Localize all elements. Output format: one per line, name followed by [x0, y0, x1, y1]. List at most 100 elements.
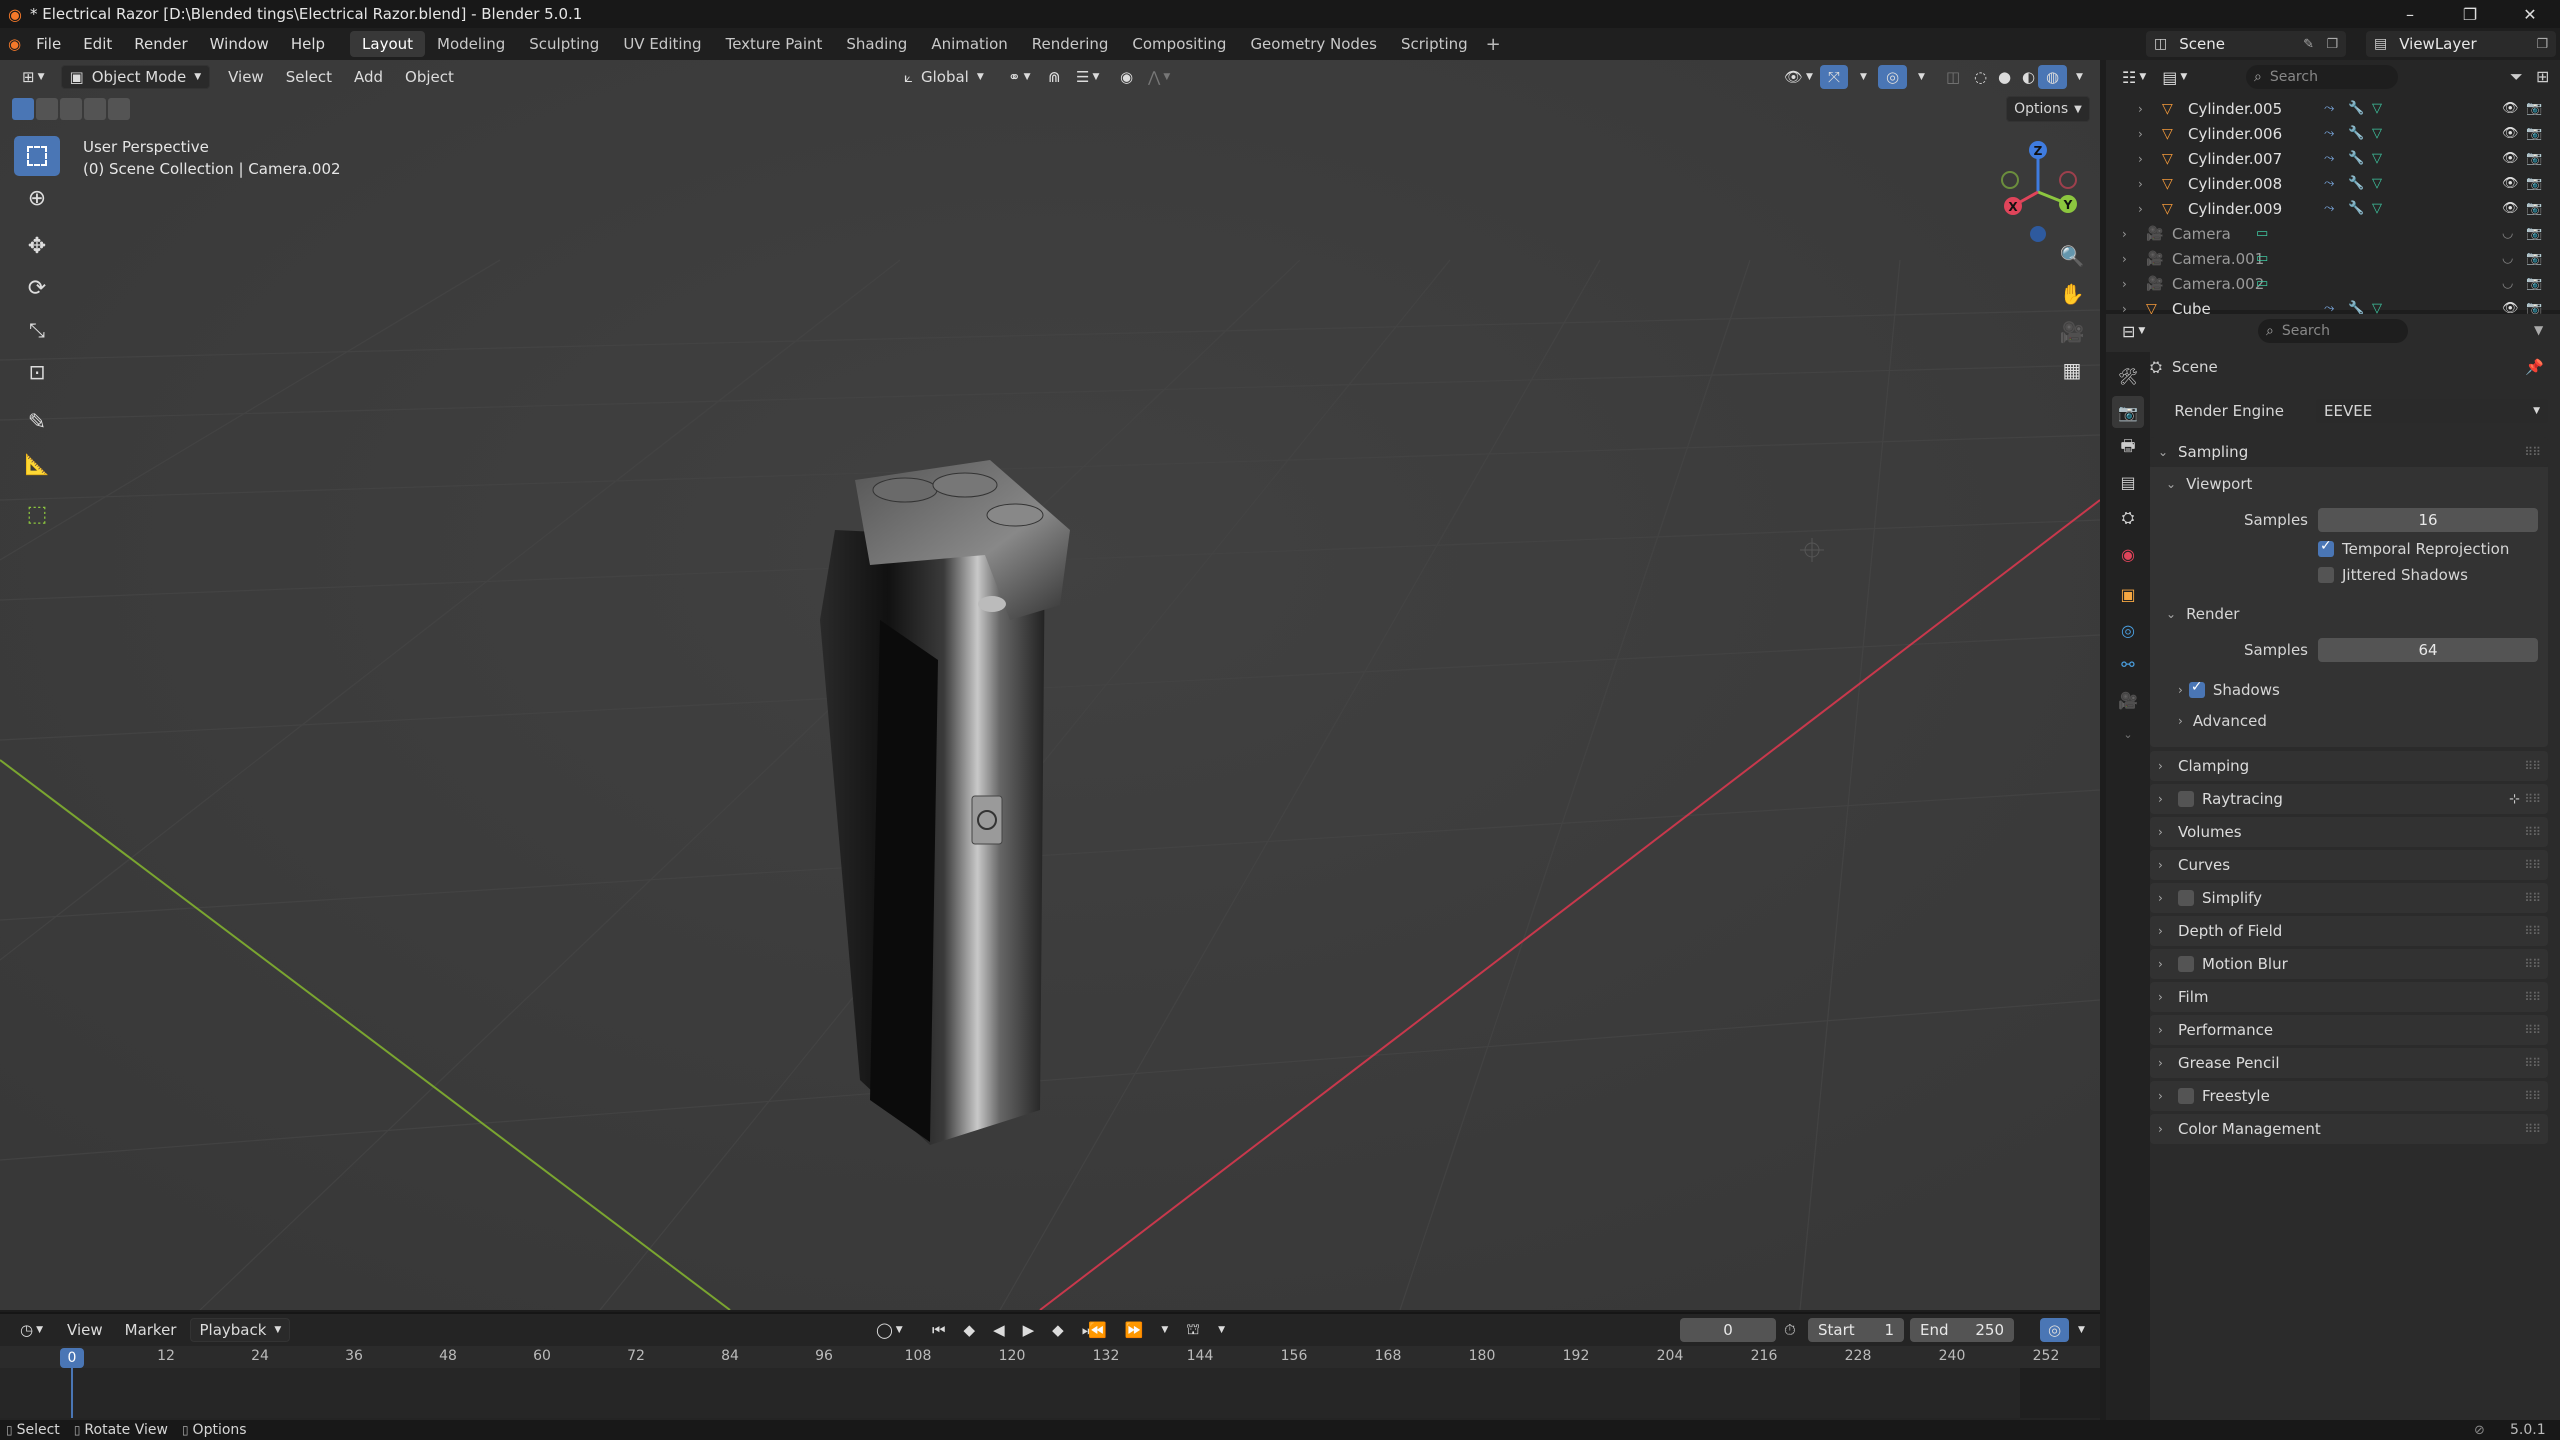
visibility-dropdown[interactable]: 👁 ▼ — [1776, 65, 1821, 89]
panel-curves[interactable]: › Curves ⠿⠿ — [2150, 850, 2548, 880]
menu-file[interactable]: File — [25, 31, 72, 57]
annotate-tool[interactable]: ✎ — [14, 402, 60, 442]
minimize-button[interactable]: – — [2380, 0, 2440, 28]
play-icon[interactable]: ▶ — [1015, 1318, 1043, 1342]
outliner-row[interactable]: › ▽ Cylinder.006 ⤳ 🔧 ▽ 👁 📷 — [2106, 121, 2560, 146]
object-mode-dropdown[interactable]: ▣ Object Mode ▼ — [60, 65, 211, 89]
subpanel-advanced[interactable]: › Advanced — [2178, 708, 2546, 734]
shading-rendered-button[interactable]: ◍ — [2038, 65, 2068, 89]
maximize-button[interactable]: ❐ — [2440, 0, 2500, 28]
viewport-options-button[interactable]: Options ▼ — [2006, 96, 2090, 122]
cursor-tool[interactable]: ⊕ — [14, 178, 60, 218]
add-workspace-icon[interactable]: + — [1486, 34, 1501, 55]
pin-icon[interactable]: 📌 — [2525, 358, 2544, 376]
record-button[interactable]: ◯ ▼ — [868, 1318, 911, 1342]
display-mode-dropdown[interactable]: ▤ ▼ — [2154, 65, 2195, 89]
outliner-row[interactable]: › ▽ Cylinder.009 ⤳ 🔧 ▽ 👁 📷 — [2106, 196, 2560, 221]
move-tool[interactable]: ✥ — [14, 226, 60, 266]
pivot-point-dropdown[interactable]: ⚭ ▼ — [1000, 65, 1039, 89]
chevron-right-icon[interactable]: › — [2138, 127, 2143, 141]
panel-volumes[interactable]: › Volumes ⠿⠿ — [2150, 817, 2548, 847]
pan-view-button[interactable]: ✋ — [2054, 276, 2090, 312]
chevron-right-icon[interactable]: › — [2138, 202, 2143, 216]
new-scene-icon[interactable]: ❐ — [2326, 37, 2338, 52]
chevron-down-icon[interactable]: ▼ — [2534, 323, 2543, 337]
chevron-right-icon[interactable]: › — [2122, 277, 2127, 291]
drag-handle-icon[interactable]: ⠿⠿ — [2524, 792, 2541, 806]
panel-freestyle[interactable]: › Freestyle ⠿⠿ — [2150, 1081, 2548, 1111]
properties-search-input[interactable]: ⌕ Search — [2258, 319, 2408, 343]
tab-scene[interactable]: ⛭ — [2112, 502, 2144, 534]
drag-handle-icon[interactable]: ⠿⠿ — [2524, 759, 2541, 773]
editor-type-button[interactable]: ⊞ ▼ — [14, 65, 53, 89]
navigation-gizmo[interactable]: Z Y X — [1980, 136, 2090, 246]
tab-modeling[interactable]: Modeling — [425, 31, 517, 57]
tab-render[interactable]: 📷 — [2112, 396, 2144, 428]
auto-key-dropdown-icon[interactable]: ▼ — [1210, 1318, 1233, 1342]
timeline-overlay-dropdown[interactable]: ▼ — [2070, 1318, 2093, 1342]
panel-color-management[interactable]: › Color Management ⠿⠿ — [2150, 1114, 2548, 1144]
next-jump-icon[interactable]: ⏩ — [1117, 1318, 1152, 1342]
camera-render-icon[interactable]: 📷 — [2526, 276, 2542, 291]
menu-select[interactable]: Select — [278, 65, 340, 89]
temporal-reprojection-checkbox[interactable]: Temporal Reprojection — [2318, 538, 2509, 560]
subpanel-render[interactable]: ⌄ Render — [2166, 600, 2546, 628]
drag-handle-icon[interactable]: ⠿⠿ — [2524, 1023, 2541, 1037]
checkbox-unchecked-icon[interactable] — [2178, 791, 2194, 807]
xray-toggle[interactable]: ◫ — [1938, 65, 1968, 89]
tab-view-layer[interactable]: ▤ — [2112, 466, 2144, 498]
shading-dropdown[interactable]: ▼ — [2068, 65, 2091, 89]
select-box-tool[interactable] — [14, 136, 60, 176]
chevron-right-icon[interactable]: › — [2138, 152, 2143, 166]
render-engine-dropdown[interactable]: EEVEE ▼ — [2316, 399, 2548, 423]
rotate-tool[interactable]: ⟳ — [14, 268, 60, 308]
menu-edit[interactable]: Edit — [72, 31, 123, 57]
eye-icon[interactable]: ◡ — [2502, 251, 2513, 266]
drag-handle-icon[interactable]: ⠿⠿ — [2524, 924, 2541, 938]
select-new-icon[interactable] — [12, 98, 34, 120]
camera-render-icon[interactable]: 📷 — [2526, 201, 2542, 216]
chevron-right-icon[interactable]: › — [2122, 252, 2127, 266]
timeline-menu-view[interactable]: View — [59, 1318, 111, 1342]
panel-depth-of-field[interactable]: › Depth of Field ⠿⠿ — [2150, 916, 2548, 946]
timeline-overlay-toggle[interactable]: ◎ — [2040, 1318, 2070, 1342]
chevron-right-icon[interactable]: › — [2122, 227, 2127, 241]
timeline-editor-type[interactable]: ◷ ▼ — [12, 1318, 51, 1342]
menu-render[interactable]: Render — [123, 31, 198, 57]
new-view-layer-icon[interactable]: ❐ — [2536, 37, 2548, 52]
timeline-menu-playback[interactable]: Playback ▼ — [190, 1318, 291, 1342]
end-frame-field[interactable]: End 250 — [1910, 1318, 2014, 1342]
auto-key-icon[interactable]: ⛫ — [1178, 1318, 1208, 1342]
select-invert-icon[interactable] — [84, 98, 106, 120]
chevron-right-icon[interactable]: › — [2138, 177, 2143, 191]
drag-handle-icon[interactable]: ⠿⠿ — [2524, 858, 2541, 872]
eye-icon[interactable]: 👁 — [2502, 201, 2519, 216]
panel-motion-blur[interactable]: › Motion Blur ⠿⠿ — [2150, 949, 2548, 979]
tab-output[interactable]: 🖶 — [2112, 432, 2144, 464]
tab-more[interactable]: ⌄ — [2112, 718, 2144, 750]
camera-render-icon[interactable]: 📷 — [2526, 176, 2542, 191]
transform-orientation-dropdown[interactable]: ⟀ Global ▼ — [896, 65, 992, 89]
timeline-track-area[interactable] — [0, 1368, 2100, 1418]
snap-toggle[interactable]: ⋒ — [1040, 65, 1069, 89]
outliner-row[interactable]: › 🎥 Camera.001 ▭ ◡ 📷 — [2106, 246, 2560, 271]
menu-window[interactable]: Window — [199, 31, 280, 57]
jump-start-icon[interactable]: ⏮ — [924, 1318, 954, 1342]
perspective-toggle-button[interactable]: ▦ — [2054, 352, 2090, 388]
3d-viewport[interactable]: User Perspective (0) Scene Collection | … — [0, 60, 2100, 1310]
start-frame-field[interactable]: Start 1 — [1808, 1318, 1904, 1342]
tab-texture-paint[interactable]: Texture Paint — [714, 31, 835, 57]
outliner-row[interactable]: › ▽ Cylinder.008 ⤳ 🔧 ▽ 👁 📷 — [2106, 171, 2560, 196]
drag-handle-icon[interactable]: ⠿⠿ — [2524, 1122, 2541, 1136]
tab-sculpting[interactable]: Sculpting — [517, 31, 611, 57]
panel-simplify[interactable]: › Simplify ⠿⠿ — [2150, 883, 2548, 913]
tab-constraints[interactable]: ⚯ — [2112, 648, 2144, 680]
select-subtract-icon[interactable] — [60, 98, 82, 120]
timeline-menu-marker[interactable]: Marker — [117, 1318, 185, 1342]
camera-render-icon[interactable]: 📷 — [2526, 251, 2542, 266]
panel-grease-pencil[interactable]: › Grease Pencil ⠿⠿ — [2150, 1048, 2548, 1078]
outliner-row[interactable]: › ▽ Cylinder.007 ⤳ 🔧 ▽ 👁 📷 — [2106, 146, 2560, 171]
tab-modifiers[interactable]: ◎ — [2112, 614, 2144, 646]
eye-icon[interactable]: 👁 — [2502, 151, 2519, 166]
outliner-row[interactable]: › ▽ Cylinder.005 ⤳ 🔧 ▽ 👁 📷 — [2106, 96, 2560, 121]
